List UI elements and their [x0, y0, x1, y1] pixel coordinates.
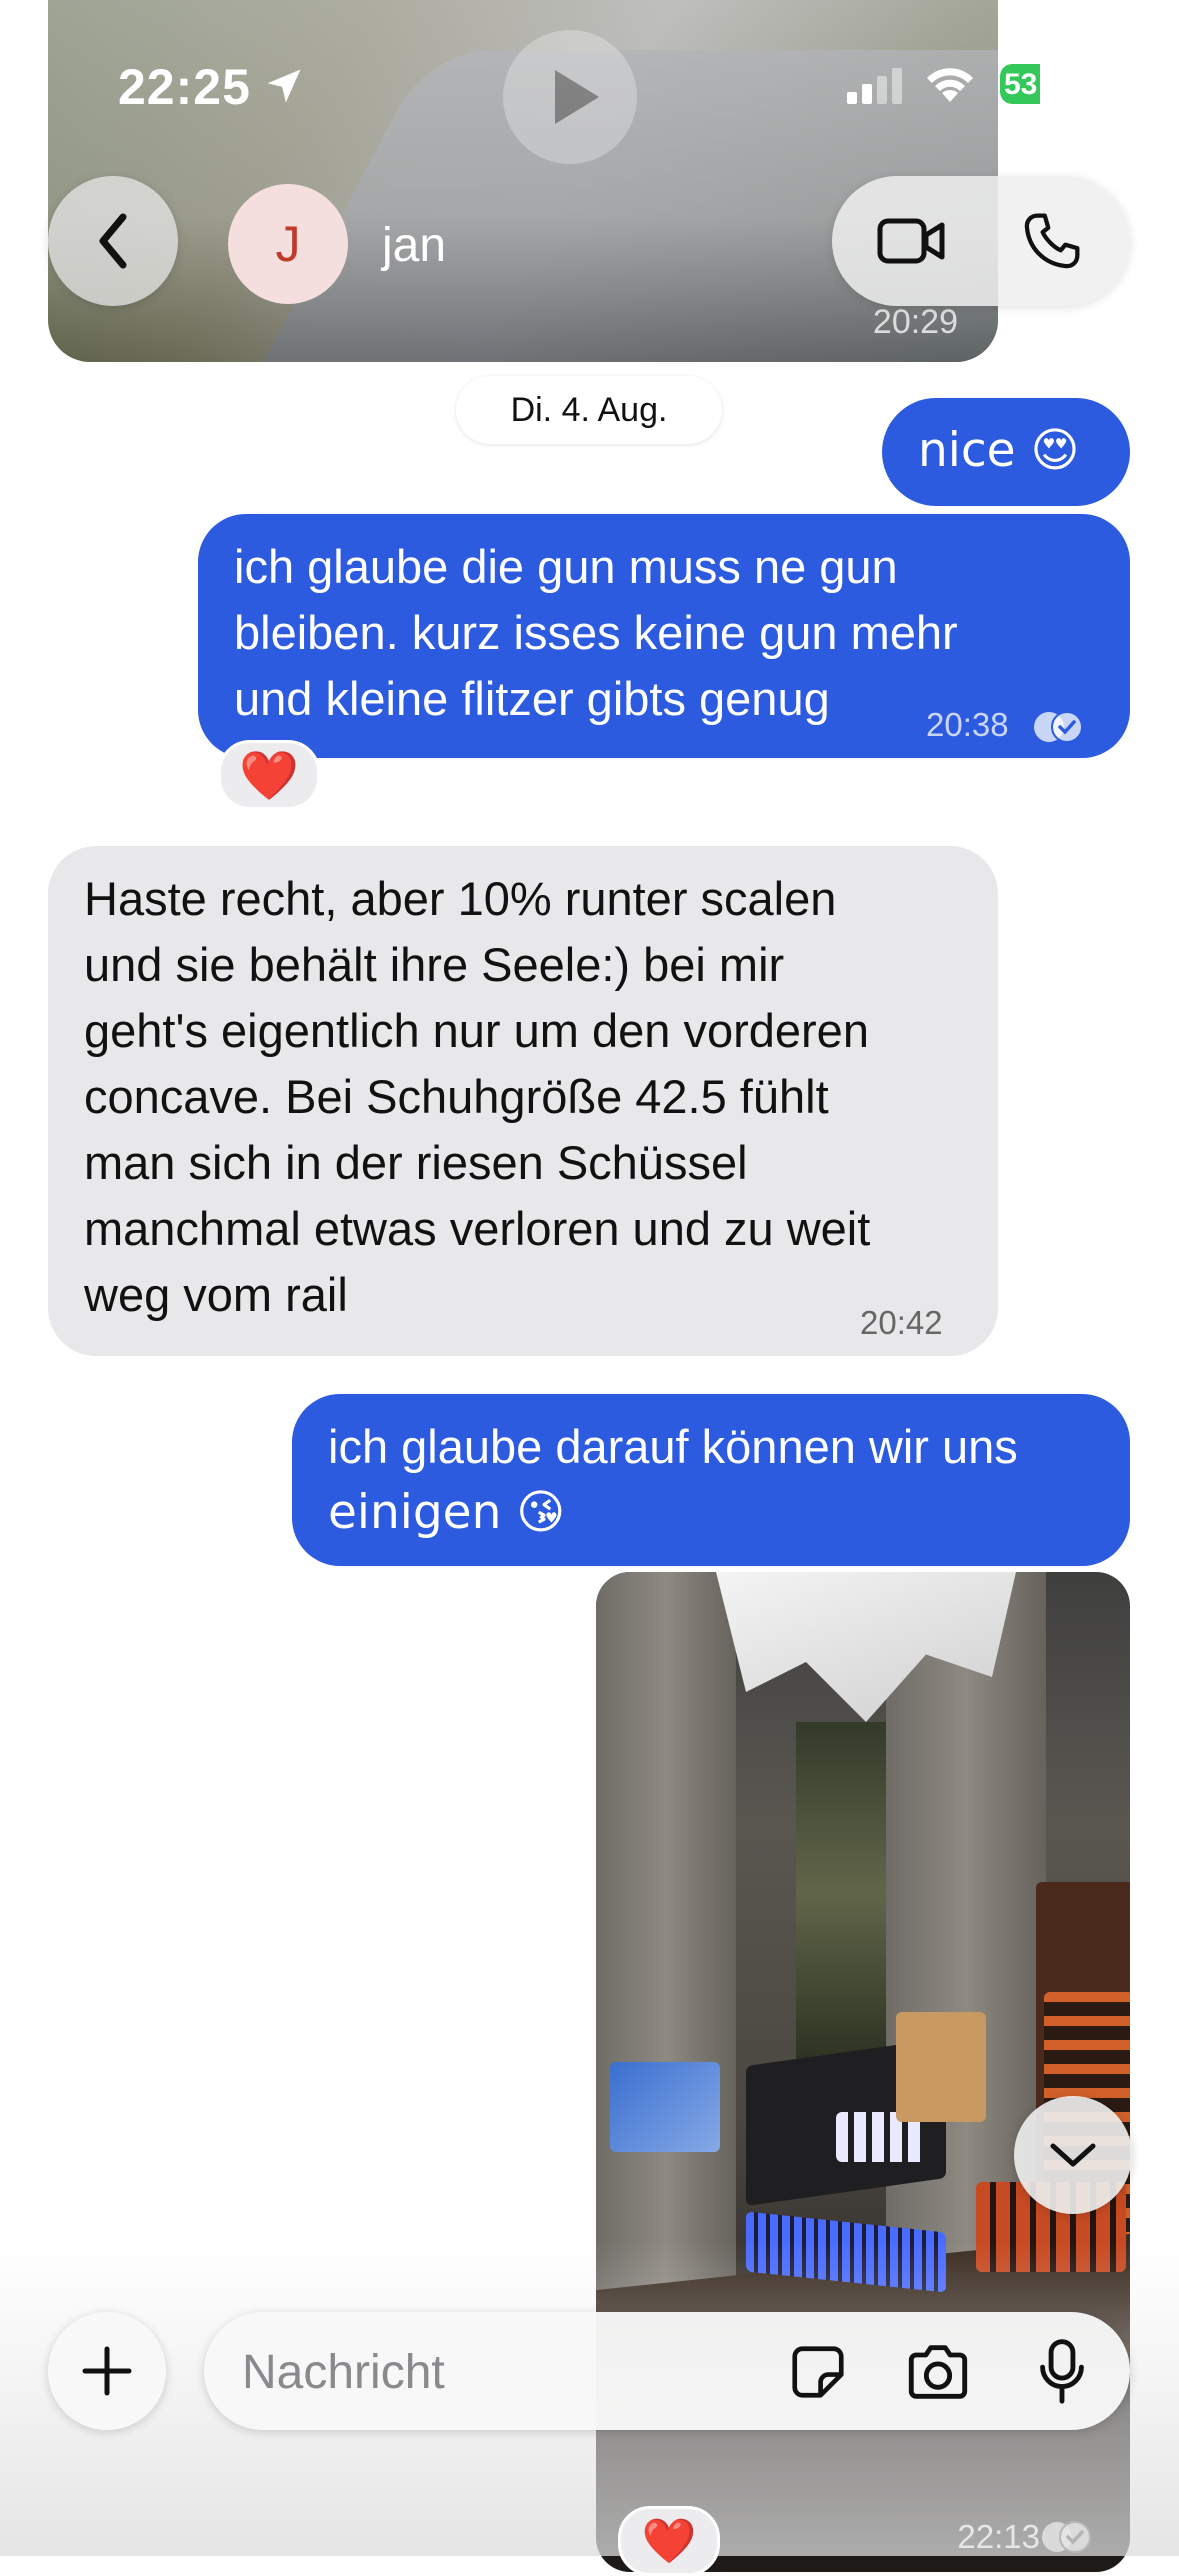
- back-button[interactable]: [48, 176, 178, 306]
- play-icon[interactable]: [503, 30, 637, 164]
- message-line: man sich in der riesen Schüssel: [84, 1136, 748, 1189]
- video-message[interactable]: 20:29: [48, 0, 998, 362]
- photo-synth: [896, 2012, 986, 2122]
- charging-bolt-icon: ⚡: [1046, 67, 1068, 100]
- video-message-time: 20:29: [872, 303, 958, 341]
- message-bubble-outgoing[interactable]: nice 😍: [882, 398, 1130, 506]
- photo-laptop: [610, 2062, 720, 2152]
- camera-button[interactable]: [902, 2336, 974, 2408]
- sticker-icon: [792, 2346, 844, 2398]
- photo-curtain: [596, 1572, 736, 2312]
- wifi-icon: [927, 68, 973, 102]
- sticker-button[interactable]: [782, 2336, 854, 2408]
- chevron-left-icon: [99, 213, 127, 269]
- heart-reaction[interactable]: ❤️: [218, 740, 320, 810]
- message-composer: [204, 2312, 1130, 2430]
- plus-icon: [82, 2346, 132, 2396]
- date-separator: Di. 4. Aug.: [456, 376, 722, 444]
- cellular-signal-icon: [847, 68, 902, 104]
- message-time-text: 20:38: [926, 706, 1009, 743]
- status-time: 22:25: [118, 59, 251, 115]
- chevron-down-icon: [1050, 2143, 1096, 2167]
- read-receipt-icon: [1042, 2521, 1091, 2553]
- message-input[interactable]: [240, 2340, 744, 2404]
- microphone-icon: [1040, 2339, 1084, 2404]
- add-attachment-button[interactable]: [48, 2312, 166, 2430]
- video-camera-icon: [877, 218, 945, 264]
- message-line: ich glaube die gun muss ne gun: [234, 540, 898, 593]
- battery-indicator: 53 ⚡: [1000, 64, 1076, 104]
- location-arrow-icon: [267, 69, 301, 103]
- heart-reaction[interactable]: ❤️: [618, 2506, 720, 2576]
- message-line: einigen 😘: [328, 1485, 566, 1540]
- camera-icon: [908, 2345, 968, 2399]
- message-line: manchmal etwas verloren und zu weit: [84, 1202, 871, 1255]
- message-line: und kleine flitzer gibts genug: [234, 672, 830, 725]
- message-line: geht's eigentlich nur um den vorderen: [84, 1004, 869, 1057]
- scroll-down-button[interactable]: [1014, 2096, 1132, 2214]
- message-line: concave. Bei Schuhgröße 42.5 fühlt: [84, 1070, 829, 1123]
- video-call-button[interactable]: [862, 206, 962, 276]
- phone-call-button[interactable]: [1002, 206, 1102, 276]
- read-receipt-icon: [1033, 711, 1083, 744]
- microphone-button[interactable]: [1026, 2336, 1098, 2408]
- battery-cap: [1079, 76, 1084, 92]
- message-line: und sie behält ihre Seele:) bei mir: [84, 938, 785, 991]
- avatar[interactable]: J: [228, 184, 348, 304]
- call-actions: [832, 176, 1130, 306]
- message-line: ich glaube darauf können wir uns: [328, 1420, 1018, 1473]
- message-bubble-outgoing[interactable]: ich glaube darauf können wir uns einigen…: [292, 1394, 1130, 1566]
- message-text: nice 😍: [918, 423, 1080, 478]
- phone-icon: [1024, 213, 1080, 269]
- message-line: Haste recht, aber 10% runter scalen: [84, 872, 837, 925]
- photo-window: [796, 1722, 886, 2062]
- battery-percent: 53: [1004, 68, 1038, 101]
- message-line: bleiben. kurz isses keine gun mehr: [234, 606, 958, 659]
- message-line: weg vom rail: [84, 1268, 348, 1321]
- message-time: 20:38: [926, 692, 1086, 758]
- contact-name[interactable]: jan: [382, 218, 446, 273]
- message-bubble-incoming[interactable]: Haste recht, aber 10% runter scalen und …: [48, 846, 998, 1356]
- photo-time: 22:13: [957, 2518, 1040, 2555]
- message-time: 20:42: [860, 1304, 943, 1341]
- message-bubble-outgoing[interactable]: ich glaube die gun muss ne gun bleiben. …: [198, 514, 1130, 758]
